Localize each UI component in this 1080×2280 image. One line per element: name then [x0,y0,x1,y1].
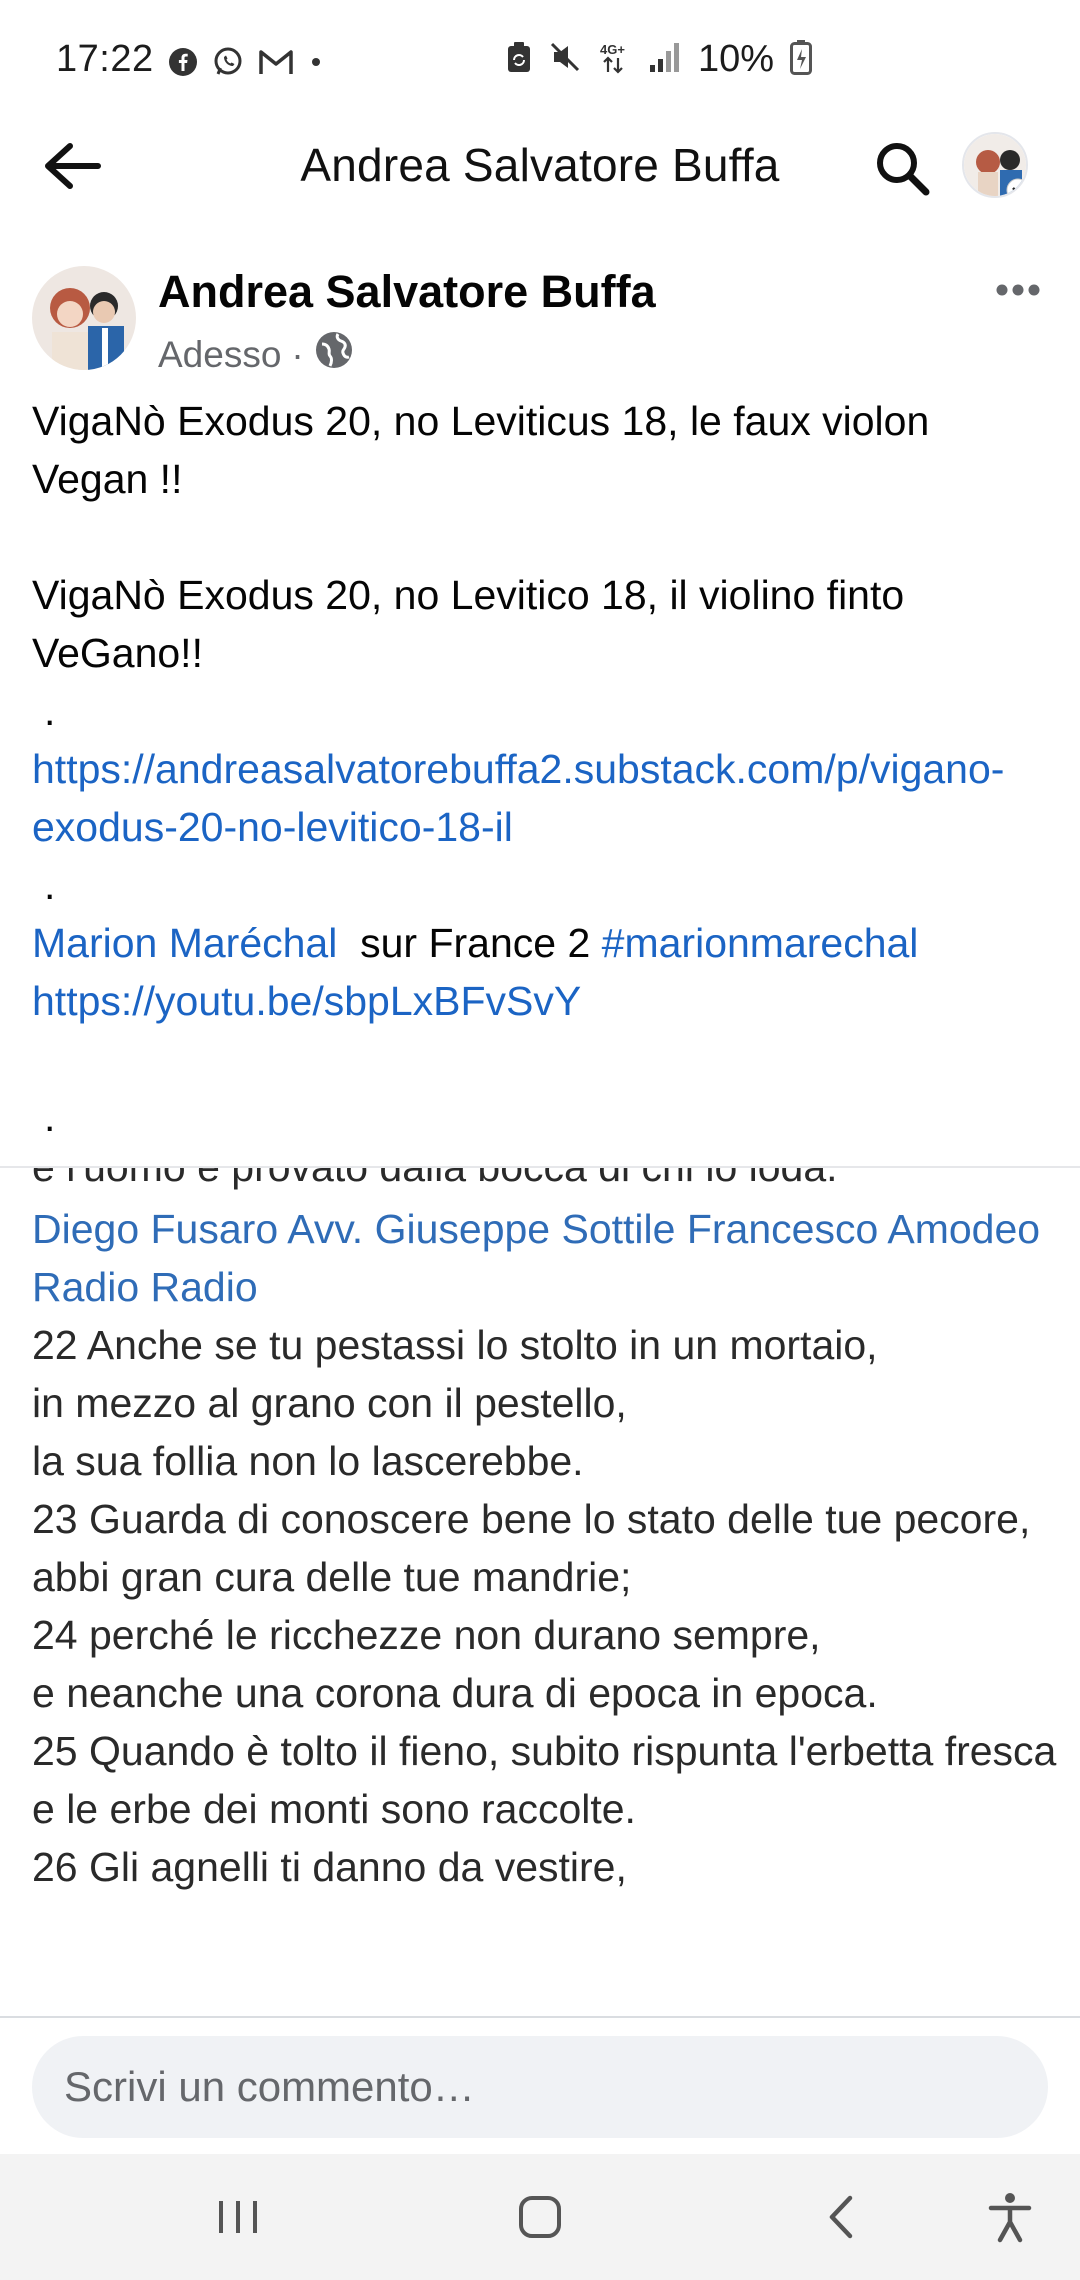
battery-percent: 10% [697,38,774,80]
youtube-link[interactable]: https://youtu.be/sbpLxBFvSvY [32,978,581,1024]
substack-link[interactable]: https://andreasalvatorebuffa2.substack.c… [32,746,1004,850]
image-tags: Diego Fusaro Avv. Giuseppe Sottile Franc… [32,1206,1041,1310]
post-meta: Adesso · [158,330,354,379]
system-status: 4G+ 10% [506,38,812,81]
profile-avatar-button[interactable] [962,132,1028,198]
back-icon [829,2195,853,2239]
battery-icon [790,39,812,80]
author-avatar[interactable] [32,266,136,370]
image-line: 22 Anche se tu pestassi lo stolto in un … [32,1322,878,1368]
notification-icons [168,46,324,83]
image-line: e le erbe dei monti sono raccolte. [32,1786,636,1832]
sync-icon [506,40,532,79]
search-button[interactable] [870,136,934,200]
system-nav-bar [0,2154,1080,2280]
dot-separator: . [44,688,56,734]
comment-input[interactable]: Scrivi un commento… [32,2036,1048,2138]
post-image[interactable]: e l'uomo è provato dalla bocca di chi lo… [0,1166,1080,2016]
post-timestamp[interactable]: Adesso [158,334,281,376]
post-line-1: VigaNò Exodus 20, no Leviticus 18, le fa… [32,398,930,502]
signal-icon [648,41,682,78]
recents-button[interactable] [198,2182,278,2252]
whatsapp-icon [212,46,244,83]
4g-icon: 4G+ [598,40,632,79]
svg-text:4G+: 4G+ [600,42,625,57]
image-line: 23 Guarda di conoscere bene lo stato del… [32,1496,1031,1542]
avatar [32,266,136,370]
mute-icon [548,40,582,79]
post-line-2: VigaNò Exodus 20, no Levitico 18, il vio… [32,572,905,676]
meta-separator: · [291,333,304,375]
accessibility-icon [988,2193,1032,2243]
more-options-button[interactable] [988,270,1048,310]
search-icon [877,143,930,196]
image-cut-line: e l'uomo è provato dalla bocca di chi lo… [32,1168,1072,1200]
post-body: VigaNò Exodus 20, no Leviticus 18, le fa… [32,392,1052,1146]
comment-bar: Scrivi un commento… [0,2016,1080,2154]
home-button[interactable] [500,2182,580,2252]
app-header: Andrea Salvatore Buffa [0,120,1080,212]
image-line: in mezzo al grano con il pestello, [32,1380,627,1426]
status-time: 17:22 [56,38,154,80]
mention-link[interactable]: Marion Maréchal [32,920,337,966]
more-icon [996,284,1040,296]
image-text: e l'uomo è provato dalla bocca di chi lo… [32,1168,1072,1896]
dot-separator: . [44,1094,56,1140]
post-author-name[interactable]: Andrea Salvatore Buffa [158,266,656,318]
image-line: abbi gran cura delle tue mandrie; [32,1554,632,1600]
hashtag-link[interactable]: #marionmarechal [602,920,919,966]
mention-suffix: sur France 2 [337,920,602,966]
image-line: 24 perché le ricchezze non durano sempre… [32,1612,821,1658]
facebook-icon [168,47,198,82]
image-line: 26 Gli agnelli ti danno da vestire, [32,1844,627,1890]
post-header: Andrea Salvatore Buffa Adesso · [0,262,1080,382]
dot-separator: . [44,862,56,908]
image-line: e neanche una corona dura di epoca in ep… [32,1670,878,1716]
image-line: la sua follia non lo lascerebbe. [32,1438,584,1484]
status-bar: 17:22 4G+ 10% [0,0,1080,130]
dot-icon [308,54,324,75]
image-line: 25 Quando è tolto il fieno, subito rispu… [32,1728,1057,1774]
gmail-icon [258,48,294,81]
system-back-button[interactable] [802,2182,882,2252]
home-icon [519,2196,561,2238]
recents-icon [219,2201,257,2233]
globe-icon [314,330,354,379]
accessibility-button[interactable] [970,2182,1050,2252]
